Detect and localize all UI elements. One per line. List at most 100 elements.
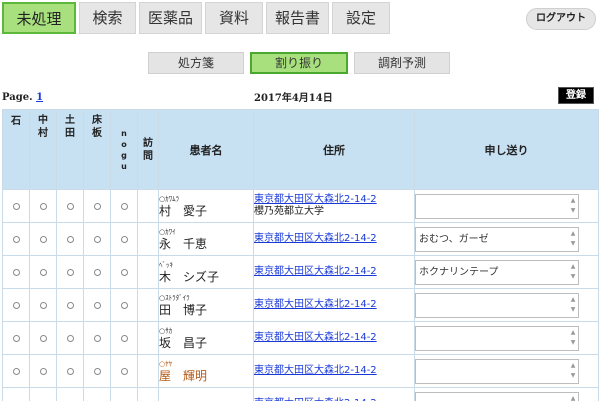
logout-button[interactable]: ログアウト xyxy=(526,8,596,30)
note-text: ホクナリンテープ xyxy=(419,266,499,278)
col-header-visit: 訪 問 xyxy=(137,109,159,190)
staff-radio[interactable] xyxy=(93,202,101,210)
textarea-scroll-icon[interactable]: ▲▼ xyxy=(569,295,577,316)
table-row: ﾍﾞｯｷ 木 シズ子 東京都大田区大森北2-14-2 ホクナリンテープ ▲ ▼ xyxy=(2,255,599,289)
staff-radio[interactable] xyxy=(12,334,20,342)
patient-name-cell: ○ｻｶ 坂 昌子 xyxy=(158,321,254,355)
address-link[interactable]: 東京都大田区大森北2-14-2 xyxy=(254,194,414,206)
staff-cell xyxy=(2,288,30,322)
visit-cell xyxy=(137,222,159,256)
address-cell: 東京都大田区大森北2-14-2 xyxy=(253,288,415,322)
patient-name-cell: ﾍﾞｯｷ 木 シズ子 xyxy=(158,255,254,289)
staff-cell xyxy=(29,222,57,256)
staff-radio[interactable] xyxy=(12,301,20,309)
staff-radio[interactable] xyxy=(66,367,74,375)
subtab-prescription[interactable]: 処方箋 xyxy=(148,52,244,74)
staff-radio[interactable] xyxy=(120,235,128,243)
tab-unprocessed[interactable]: 未処理 xyxy=(2,2,76,34)
col-header-staff-3: 土 田 xyxy=(56,109,84,190)
staff-cell xyxy=(56,354,84,388)
staff-radio[interactable] xyxy=(39,268,47,276)
staff-cell xyxy=(2,189,30,223)
note-textarea[interactable]: ▲▼ xyxy=(415,292,579,318)
allocation-table: 石 中 村 土 田 床 板 n o g u 訪 問 患者名 住所 申し送り ○ｶ… xyxy=(2,109,599,401)
textarea-scroll-icon[interactable]: ▲▼ xyxy=(569,229,577,250)
address-link[interactable]: 東京都大田区大森北2-14-2 xyxy=(254,266,414,278)
visit-cell xyxy=(137,255,159,289)
staff-radio[interactable] xyxy=(12,235,20,243)
staff-radio[interactable] xyxy=(66,301,74,309)
note-cell: ▲▼ xyxy=(414,321,599,355)
note-cell: ▲▼ xyxy=(414,354,599,388)
staff-radio[interactable] xyxy=(66,268,74,276)
tab-medicine[interactable]: 医薬品 xyxy=(139,2,202,34)
staff-radio[interactable] xyxy=(120,301,128,309)
address-cell: 東京都大田区大森北2-14-2 xyxy=(253,321,415,355)
patient-name-cell: ○ｶﾜﾑﾗ 村 愛子 xyxy=(158,189,254,223)
staff-radio[interactable] xyxy=(39,334,47,342)
note-textarea[interactable]: ▲▼ xyxy=(415,193,579,219)
note-textarea[interactable]: ▲▼ xyxy=(415,358,579,384)
staff-radio[interactable] xyxy=(93,268,101,276)
table-row: ○ｶﾜﾑﾗ 村 愛子 東京都大田区大森北2-14-2 櫻乃苑都立大学 ▲ ▼ xyxy=(2,189,599,223)
staff-cell xyxy=(2,354,30,388)
address-link[interactable]: 東京都大田区大森北2-14-2 xyxy=(254,332,414,344)
patient-name-cell: ○ｺ xyxy=(158,387,254,401)
address-link[interactable]: 東京都大田区大森北2-14-2 xyxy=(254,233,414,245)
textarea-scroll-icon[interactable]: ▲▼ xyxy=(569,328,577,349)
staff-radio[interactable] xyxy=(120,268,128,276)
textarea-scroll-icon[interactable]: ▲▼ xyxy=(569,262,577,283)
staff-cell xyxy=(83,189,111,223)
table-row: ○ｺ 東京都大田区大森北2-14-2 ▲▼ xyxy=(2,387,599,401)
tab-reports[interactable]: 報告書 xyxy=(266,2,329,34)
staff-radio[interactable] xyxy=(12,268,20,276)
staff-radio[interactable] xyxy=(120,202,128,210)
staff-radio[interactable] xyxy=(39,367,47,375)
staff-radio[interactable] xyxy=(39,301,47,309)
staff-radio[interactable] xyxy=(39,202,47,210)
note-textarea[interactable]: ホクナリンテープ ▲ ▼ xyxy=(415,259,579,285)
staff-radio[interactable] xyxy=(66,334,74,342)
note-textarea[interactable]: おむつ、ガーゼ ▲ ▼ xyxy=(415,226,579,252)
staff-radio[interactable] xyxy=(93,235,101,243)
note-cell: ▲▼ xyxy=(414,189,599,223)
staff-radio[interactable] xyxy=(12,202,20,210)
staff-radio[interactable] xyxy=(120,367,128,375)
textarea-scroll-icon[interactable]: ▲▼ xyxy=(569,361,577,382)
subtab-allocation[interactable]: 割り振り xyxy=(250,52,348,74)
staff-cell xyxy=(110,189,138,223)
staff-radio[interactable] xyxy=(66,202,74,210)
subtab-dispensing-forecast[interactable]: 調剤予測 xyxy=(354,52,450,74)
col-header-patient-name: 患者名 xyxy=(158,109,254,190)
staff-cell xyxy=(2,222,30,256)
register-button[interactable]: 登録 xyxy=(558,87,594,104)
staff-radio[interactable] xyxy=(93,301,101,309)
address-cell: 東京都大田区大森北2-14-2 xyxy=(253,354,415,388)
staff-radio[interactable] xyxy=(93,367,101,375)
textarea-scroll-icon[interactable]: ▲▼ xyxy=(569,196,577,217)
staff-cell xyxy=(29,354,57,388)
staff-radio[interactable] xyxy=(120,334,128,342)
staff-radio[interactable] xyxy=(66,235,74,243)
tab-documents[interactable]: 資料 xyxy=(205,2,263,34)
tab-search[interactable]: 検索 xyxy=(79,2,136,34)
textarea-scroll-icon[interactable]: ▲▼ xyxy=(569,394,577,401)
note-textarea[interactable]: ▲▼ xyxy=(415,391,579,401)
address-link[interactable]: 東京都大田区大森北2-14-2 xyxy=(254,299,414,311)
note-textarea[interactable]: ▲▼ xyxy=(415,325,579,351)
page-link[interactable]: 1 xyxy=(36,92,43,103)
staff-cell xyxy=(83,255,111,289)
staff-cell xyxy=(56,321,84,355)
staff-radio[interactable] xyxy=(12,367,20,375)
staff-radio[interactable] xyxy=(39,235,47,243)
patient-name-cell: ○ｽﾄﾗﾀﾞｲﾗ 田 博子 xyxy=(158,288,254,322)
patient-kana: ○ｻｶ xyxy=(159,326,173,335)
staff-radio[interactable] xyxy=(93,334,101,342)
date-display: 2017年4月14日 xyxy=(254,93,333,104)
address-link[interactable]: 東京都大田区大森北2-14-2 xyxy=(254,365,414,377)
col-header-address: 住所 xyxy=(253,109,415,190)
visit-cell xyxy=(137,288,159,322)
patient-kana: ﾍﾞｯｷ xyxy=(159,260,173,269)
tab-settings[interactable]: 設定 xyxy=(332,2,390,34)
address-cell: 東京都大田区大森北2-14-2 xyxy=(253,222,415,256)
